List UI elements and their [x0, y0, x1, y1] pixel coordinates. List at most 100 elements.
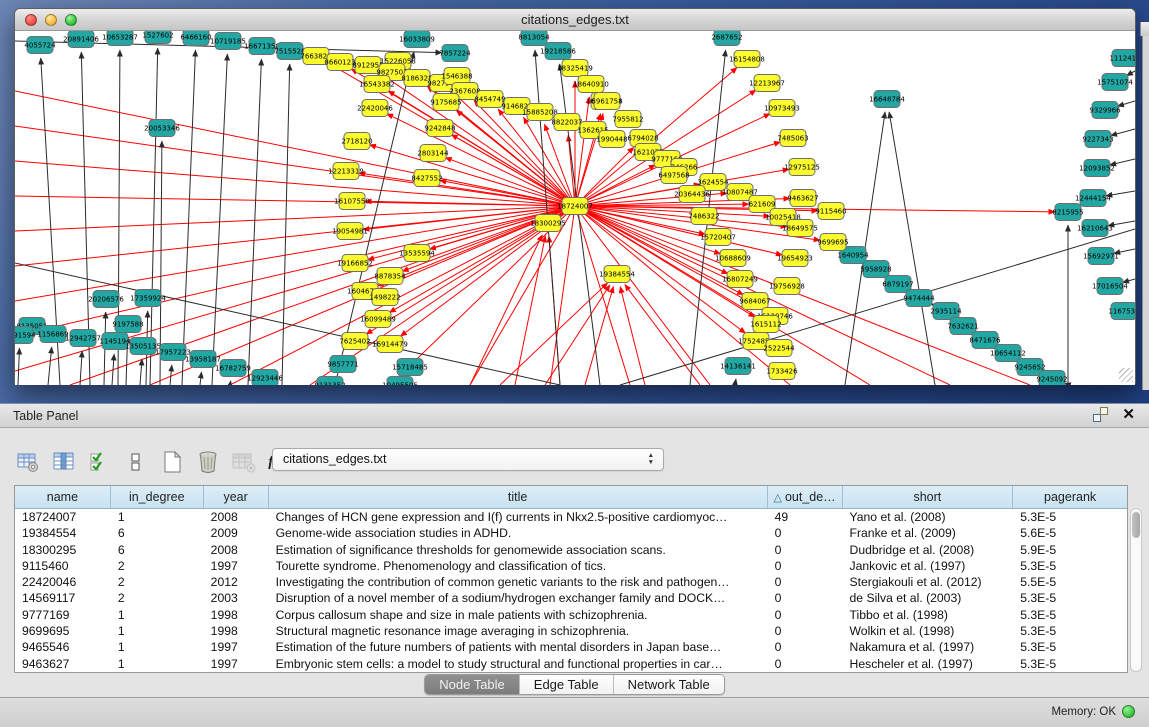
graph-node[interactable]: 16210643	[1077, 220, 1113, 237]
graph-node[interactable]: 10719185	[210, 33, 246, 50]
graph-node[interactable]: 1498222	[369, 289, 400, 306]
network-window-titlebar[interactable]: citations_edges.txt	[15, 9, 1135, 31]
graph-node[interactable]: 2522544	[763, 340, 795, 357]
graph-node[interactable]: 12975125	[784, 159, 820, 176]
graph-node[interactable]: 12942757	[65, 330, 101, 347]
table-row[interactable]: 946554611997Estimation of the future num…	[15, 639, 1127, 655]
graph-node[interactable]: 9197588	[112, 316, 143, 333]
graph-node[interactable]: 16807249	[722, 271, 758, 288]
graph-node[interactable]: 7857224	[439, 45, 471, 62]
graph-node[interactable]: 18649575	[782, 220, 818, 237]
table-settings-icon[interactable]	[14, 449, 41, 476]
network-canvas[interactable]: 4055724208914061065328715276026466160107…	[15, 31, 1135, 385]
zoom-window-button[interactable]	[65, 14, 77, 26]
graph-node[interactable]: 20053346	[144, 120, 180, 137]
graph-node[interactable]: 12923446	[247, 370, 283, 386]
graph-node[interactable]: 7486322	[688, 208, 719, 225]
graph-node[interactable]: 16648784	[869, 91, 905, 108]
graph-node[interactable]: 19218586	[540, 43, 576, 60]
graph-node[interactable]: 8813054	[518, 31, 550, 46]
graph-node[interactable]: 10688609	[715, 250, 751, 267]
graph-node[interactable]: 15718485	[392, 359, 428, 376]
table-row[interactable]: 1872400712008Changes of HCN gene express…	[15, 509, 1127, 525]
graph-node[interactable]: 13535594	[399, 245, 435, 262]
table-row[interactable]: 2242004622012Investigating the contribut…	[15, 574, 1127, 590]
graph-node[interactable]: 8660123	[324, 54, 355, 71]
graph-node[interactable]: 1167533	[1108, 303, 1135, 320]
graph-node[interactable]: 18300295	[530, 215, 566, 232]
graph-node[interactable]: 9857771	[327, 356, 358, 373]
show-columns-icon[interactable]	[50, 449, 77, 476]
column-header-pagerank[interactable]: pagerank	[1013, 486, 1127, 508]
close-panel-icon[interactable]: ✕	[1122, 407, 1135, 422]
graph-node[interactable]: 19654923	[777, 250, 813, 267]
graph-node[interactable]: 22420046	[357, 100, 393, 117]
graph-node[interactable]: 8427552	[411, 170, 442, 187]
tab-node-table[interactable]: Node Table	[425, 675, 520, 694]
graph-node[interactable]: 16782759	[215, 360, 251, 377]
tab-network-table[interactable]: Network Table	[614, 675, 724, 694]
graph-node[interactable]: 9329966	[1089, 102, 1121, 119]
graph-node[interactable]: 10495505	[382, 377, 418, 386]
graph-node[interactable]: 18640910	[573, 76, 609, 93]
graph-node[interactable]: 19756928	[769, 278, 805, 295]
table-row[interactable]: 1456911722003Disruption of a novel membe…	[15, 590, 1127, 606]
new-table-icon[interactable]	[158, 449, 185, 476]
graph-node[interactable]: 9242848	[424, 120, 455, 137]
graph-node[interactable]: 10653287	[102, 31, 138, 46]
graph-node[interactable]: 16154808	[729, 51, 765, 68]
graph-node[interactable]: 14136141	[720, 358, 756, 375]
graph-node[interactable]: 16914479	[372, 336, 408, 353]
graph-node[interactable]: 2718120	[341, 133, 372, 150]
graph-node[interactable]: 16033809	[399, 31, 435, 48]
graph-node[interactable]: 10973493	[764, 100, 800, 117]
graph-node[interactable]: 2803144	[417, 145, 449, 162]
graph-node[interactable]: 1615112	[750, 316, 781, 333]
graph-node[interactable]: 19166852	[337, 255, 373, 272]
graph-node[interactable]: 17359924	[130, 290, 166, 307]
graph-node[interactable]: 15720407	[700, 229, 736, 246]
graph-node[interactable]: 8878354	[374, 268, 406, 285]
graph-node[interactable]: 16543382	[359, 76, 395, 93]
tab-edge-table[interactable]: Edge Table	[520, 675, 614, 694]
graph-node[interactable]: 9131352	[314, 377, 345, 386]
graph-node[interactable]: 12213967	[749, 75, 785, 92]
table-row[interactable]: 946362711997Embryonic stem cells: a mode…	[15, 656, 1127, 672]
graph-node[interactable]: 1156869	[37, 326, 68, 343]
graph-node[interactable]: 9245092	[1036, 371, 1067, 386]
graph-node[interactable]: 18724007	[557, 198, 593, 215]
graph-node[interactable]: 7955812	[612, 111, 643, 128]
graph-node[interactable]: 12213319	[328, 163, 364, 180]
graph-node[interactable]: 18325419	[557, 60, 593, 77]
graph-node[interactable]: 9463627	[787, 190, 818, 207]
import-table-icon[interactable]	[230, 449, 257, 476]
table-row[interactable]: 1830029562008Estimation of significance …	[15, 542, 1127, 558]
column-header-title[interactable]: title	[269, 486, 768, 508]
graph-node[interactable]: 2687652	[711, 31, 742, 46]
graph-node[interactable]: 16099489	[360, 311, 396, 328]
graph-node[interactable]: 17016504	[1092, 278, 1128, 295]
graph-node[interactable]: 1112415	[1109, 50, 1135, 67]
scrollbar-thumb[interactable]	[1132, 512, 1140, 538]
graph-node[interactable]: 1990448	[596, 131, 627, 148]
graph-node[interactable]: 6961758	[591, 93, 622, 110]
graph-node[interactable]: 2935114	[930, 303, 962, 320]
graph-node[interactable]: 6466160	[180, 31, 211, 46]
table-row[interactable]: 1938455462009Genome-wide association stu…	[15, 525, 1127, 541]
graph-node[interactable]: 1733426	[766, 363, 798, 380]
graph-node[interactable]: 4055724	[24, 37, 56, 54]
graph-node[interactable]: 15751074	[1097, 74, 1133, 91]
graph-node[interactable]: 9175685	[430, 94, 461, 111]
select-columns-icon[interactable]	[86, 449, 113, 476]
row-height-icon[interactable]	[122, 449, 149, 476]
graph-node[interactable]: 19384554	[599, 266, 635, 283]
graph-node[interactable]: 16107550	[334, 193, 370, 210]
graph-node[interactable]: 9684067	[739, 293, 770, 310]
resize-grip[interactable]	[1119, 368, 1133, 382]
graph-node[interactable]: 12444154	[1075, 190, 1111, 207]
minimize-window-button[interactable]	[45, 14, 57, 26]
graph-node[interactable]: 20206576	[88, 291, 124, 308]
graph-node[interactable]: 7625402	[339, 333, 370, 350]
graph-node[interactable]: 1527602	[142, 31, 173, 44]
column-header-short[interactable]: short	[843, 486, 1014, 508]
